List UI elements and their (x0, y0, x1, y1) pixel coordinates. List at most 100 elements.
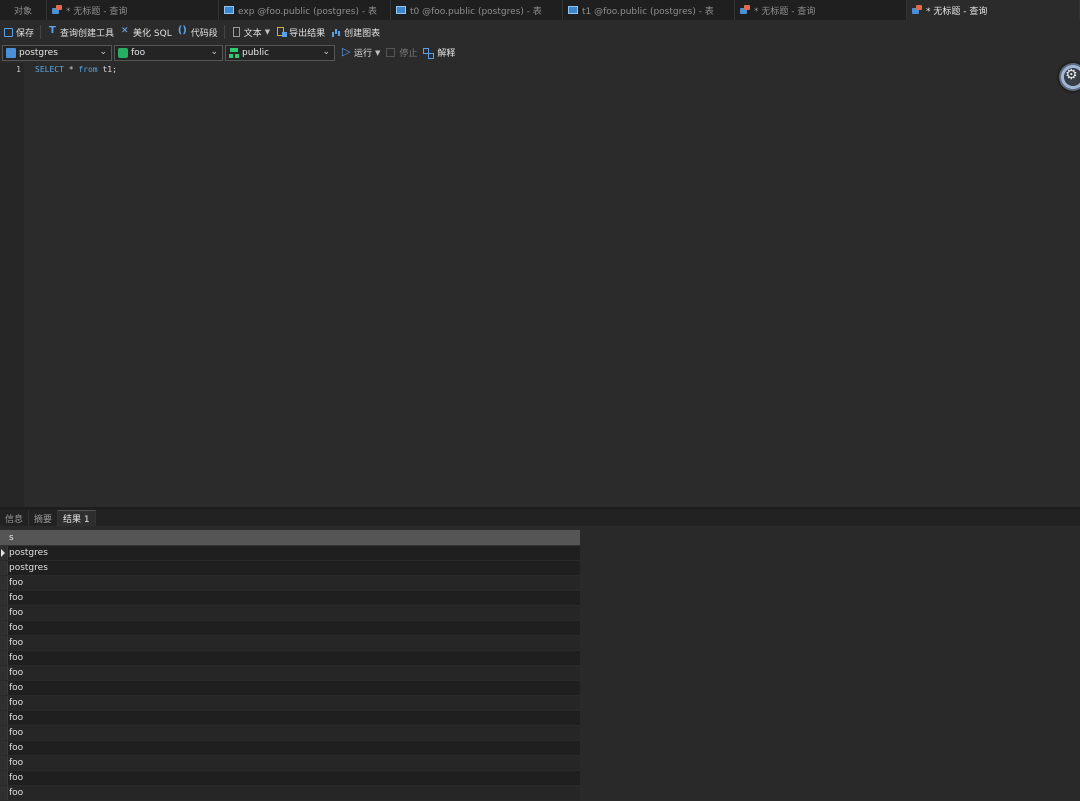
text-label: 文本 (243, 28, 262, 39)
explain-label: 解释 (437, 49, 456, 59)
table-row[interactable]: foo (0, 651, 580, 666)
table-row[interactable]: foo (0, 771, 580, 786)
table-row[interactable]: foo (0, 591, 580, 606)
grid-body: postgres postgres foo foo foo foo foo fo… (0, 546, 580, 801)
result-tab-bar: 信息 摘要 结果 1 (0, 510, 1080, 526)
query-builder-label: 查询创建工具 (60, 28, 115, 39)
caret-down-icon[interactable]: ▼ (375, 49, 380, 57)
row-header (0, 651, 8, 665)
table-row[interactable]: foo (0, 621, 580, 636)
caret-down-icon[interactable]: ▼ (265, 28, 270, 36)
tab-untitled-query-active[interactable]: * 无标题 - 查询 (907, 0, 1080, 20)
tab-t1-table[interactable]: t1 @foo.public (postgres) - 表 (563, 0, 735, 20)
row-header (0, 741, 8, 755)
export-icon (276, 26, 288, 38)
column-header-label: s (9, 532, 14, 543)
tab-label: * 无标题 - 查询 (754, 6, 816, 17)
create-chart-label: 创建图表 (344, 28, 381, 39)
chevron-down-icon: ⌄ (210, 46, 218, 57)
stop-icon (386, 48, 396, 57)
play-icon (342, 45, 350, 58)
create-chart-button[interactable]: 创建图表 (328, 22, 383, 42)
save-icon (3, 27, 14, 38)
database-value: foo (131, 47, 146, 58)
run-button[interactable]: 运行 ▼ (342, 45, 380, 60)
ai-assistant-icon[interactable] (1059, 63, 1080, 91)
table-row[interactable]: foo (0, 576, 580, 591)
sql-keyword-select: SELECT (35, 65, 64, 74)
table-row[interactable]: foo (0, 726, 580, 741)
table-row[interactable]: postgres (0, 546, 580, 561)
code-snippet-icon (178, 25, 189, 38)
explain-icon (423, 47, 435, 59)
chart-icon (331, 27, 342, 38)
table-row[interactable]: foo (0, 681, 580, 696)
column-header[interactable]: s (0, 530, 580, 546)
connection-toolbar: postgres ⌄ foo ⌄ public ⌄ 运行 ▼ 停止 解释 (0, 43, 1080, 62)
stop-button[interactable]: 停止 (386, 46, 417, 59)
row-header (0, 696, 8, 710)
query-icon (739, 5, 751, 15)
connection-select[interactable]: postgres ⌄ (2, 44, 112, 61)
code-line[interactable]: SELECT * from t1; (35, 65, 117, 74)
row-header (0, 591, 8, 605)
database-select[interactable]: foo ⌄ (114, 44, 223, 61)
tab-objects[interactable]: 对象 (0, 0, 47, 20)
table-row[interactable]: foo (0, 606, 580, 621)
table-row[interactable]: foo (0, 711, 580, 726)
table-row[interactable]: foo (0, 636, 580, 651)
save-label: 保存 (16, 28, 35, 39)
cell-value: foo (9, 788, 24, 798)
table-row[interactable]: foo (0, 786, 580, 801)
sql-editor[interactable]: 1 SELECT * from t1; (0, 63, 1080, 507)
tab-result-1[interactable]: 结果 1 (58, 510, 96, 526)
tab-label: 对象 (13, 6, 32, 17)
table-row[interactable]: postgres (0, 561, 580, 576)
explain-button[interactable]: 解释 (423, 46, 455, 59)
schema-select[interactable]: public ⌄ (225, 44, 335, 61)
schema-icon (229, 47, 239, 58)
line-number: 1 (16, 65, 21, 74)
cell-value: foo (9, 698, 24, 708)
row-header (0, 621, 8, 635)
sql-keyword-from: from (78, 65, 98, 74)
cell-value: foo (9, 713, 24, 723)
query-builder-button[interactable]: 查询创建工具 (44, 22, 117, 42)
code-snippet-label: 代码段 (190, 28, 218, 39)
tab-label: * 无标题 - 查询 (926, 6, 988, 17)
save-button[interactable]: 保存 (0, 22, 37, 42)
row-header (0, 606, 8, 620)
cell-value: foo (9, 623, 24, 633)
text-button[interactable]: 文本 ▼ (228, 22, 273, 42)
tab-exp-table[interactable]: exp @foo.public (postgres) - 表 (219, 0, 391, 20)
cell-value: foo (9, 608, 24, 618)
stop-label: 停止 (399, 49, 418, 59)
row-header (0, 756, 8, 770)
toolbar-divider (223, 25, 225, 39)
tab-untitled-query-1[interactable]: * 无标题 - 查询 (47, 0, 219, 20)
table-row[interactable]: foo (0, 666, 580, 681)
tab-info[interactable]: 信息 (0, 510, 30, 526)
row-header (0, 666, 8, 680)
toolbar-divider (40, 25, 42, 39)
result-grid: s postgres postgres foo foo foo foo foo … (0, 530, 580, 801)
query-toolbar: 保存 查询创建工具 美化 SQL 代码段 文本 ▼ 导出结果 创建图表 (0, 21, 1080, 43)
export-result-label: 导出结果 (289, 28, 326, 39)
result-panel: s postgres postgres foo foo foo foo foo … (0, 527, 1080, 801)
code-snippet-button[interactable]: 代码段 (175, 22, 221, 42)
cell-value: foo (9, 773, 24, 783)
tab-label: exp @foo.public (postgres) - 表 (238, 6, 377, 17)
connection-icon (6, 47, 16, 58)
table-row[interactable]: foo (0, 741, 580, 756)
cell-value: foo (9, 593, 24, 603)
tab-t0-table[interactable]: t0 @foo.public (postgres) - 表 (391, 0, 563, 20)
cell-value: postgres (9, 548, 48, 558)
tab-untitled-query-2[interactable]: * 无标题 - 查询 (735, 0, 907, 20)
beautify-sql-button[interactable]: 美化 SQL (117, 22, 175, 42)
export-result-button[interactable]: 导出结果 (273, 22, 328, 42)
table-row[interactable]: foo (0, 756, 580, 771)
row-header (0, 726, 8, 740)
tab-summary[interactable]: 摘要 (29, 510, 59, 526)
database-icon (118, 47, 128, 58)
table-row[interactable]: foo (0, 696, 580, 711)
